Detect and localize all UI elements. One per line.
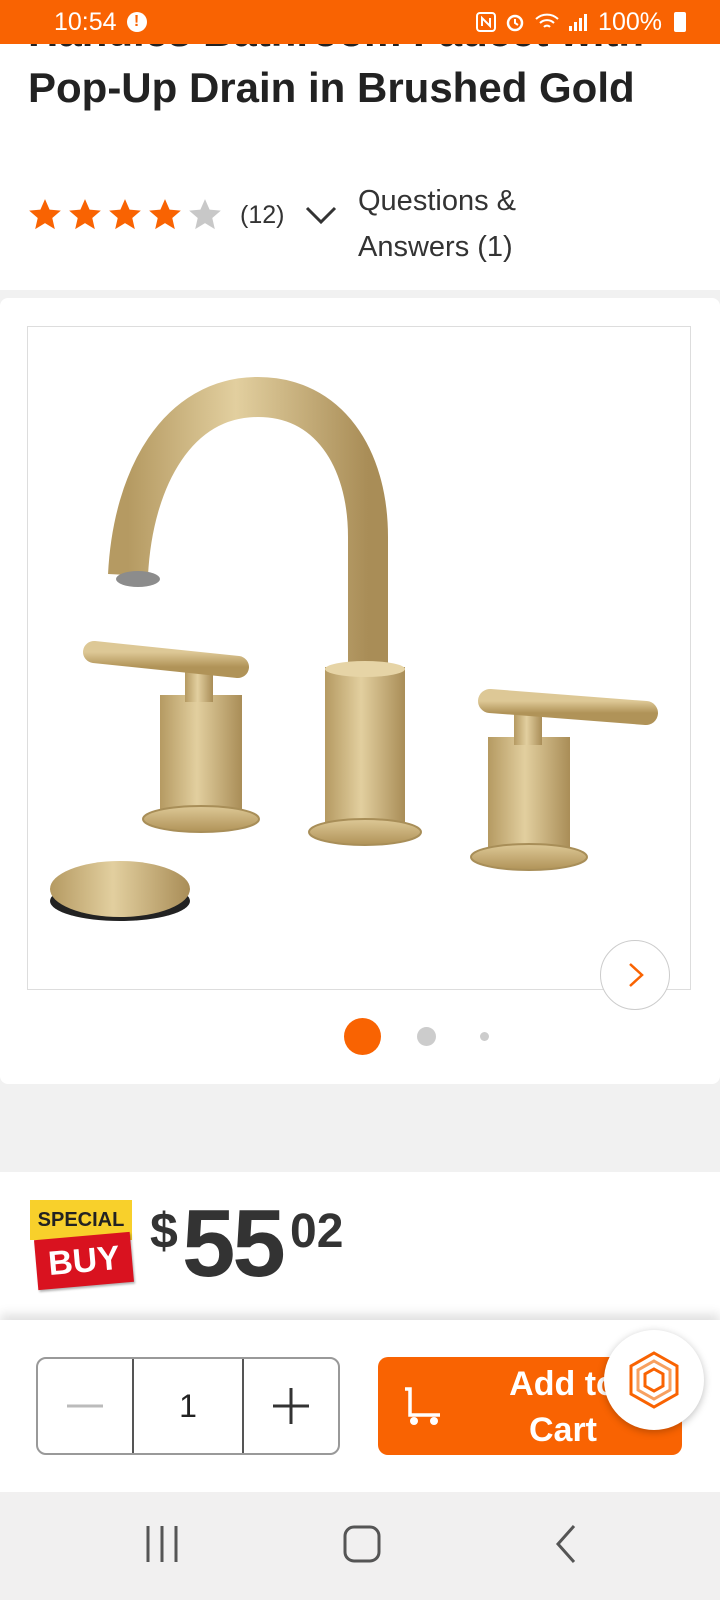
price-currency: $ [150, 1203, 178, 1259]
battery-icon [674, 12, 686, 32]
status-time: 10:54 [54, 7, 117, 36]
star-icon [26, 196, 64, 234]
special-buy-badge: SPECIAL BUY [30, 1200, 134, 1292]
rating-row[interactable]: (12) [26, 196, 340, 234]
back-icon[interactable] [552, 1522, 582, 1566]
carousel-dots [0, 1018, 720, 1058]
hexagon-logo-icon [629, 1351, 679, 1409]
system-nav-bar [0, 1492, 720, 1600]
add-to-cart-bar: 1 Add to Cart [0, 1320, 720, 1492]
badge-buy-text: BUY [34, 1231, 134, 1291]
star-empty-icon [186, 196, 224, 234]
chat-assistant-button[interactable] [604, 1330, 704, 1430]
image-gallery [0, 298, 720, 1084]
carousel-dot[interactable] [480, 1032, 489, 1041]
review-count[interactable]: (12) [240, 201, 284, 230]
nfc-icon [476, 12, 497, 32]
minus-icon [67, 1404, 104, 1408]
wifi-icon [534, 12, 560, 32]
alarm-icon [504, 11, 526, 33]
recent-apps-icon[interactable] [144, 1522, 180, 1566]
battery-percent: 100% [598, 7, 662, 36]
increase-quantity-button[interactable] [244, 1359, 338, 1453]
rating-stars [26, 196, 224, 234]
product-image[interactable] [27, 326, 691, 990]
quantity-stepper: 1 [36, 1357, 340, 1455]
questions-answers-link[interactable]: Questions & Answers (1) [358, 178, 548, 270]
decrease-quantity-button[interactable] [38, 1359, 132, 1453]
chevron-down-icon[interactable] [302, 196, 340, 234]
status-bar: 10:54 ! 100% [0, 0, 720, 44]
price-dollars: 55 [182, 1190, 286, 1297]
carousel-dot-active[interactable] [344, 1018, 381, 1055]
next-image-button[interactable] [600, 940, 670, 1010]
home-icon[interactable] [342, 1522, 382, 1566]
faucet-image [50, 376, 658, 921]
quantity-field[interactable]: 1 [132, 1359, 244, 1453]
carousel-dot[interactable] [417, 1027, 436, 1046]
alert-icon: ! [126, 12, 147, 32]
signal-icon [568, 12, 590, 32]
star-icon [146, 196, 184, 234]
star-icon [66, 196, 104, 234]
star-icon [106, 196, 144, 234]
plus-icon [272, 1388, 309, 1424]
price-block: SPECIAL BUY $ 55 02 [0, 1172, 720, 1322]
cart-icon [405, 1387, 440, 1425]
chevron-right-icon [629, 963, 644, 987]
price-cents: 02 [290, 1205, 344, 1258]
